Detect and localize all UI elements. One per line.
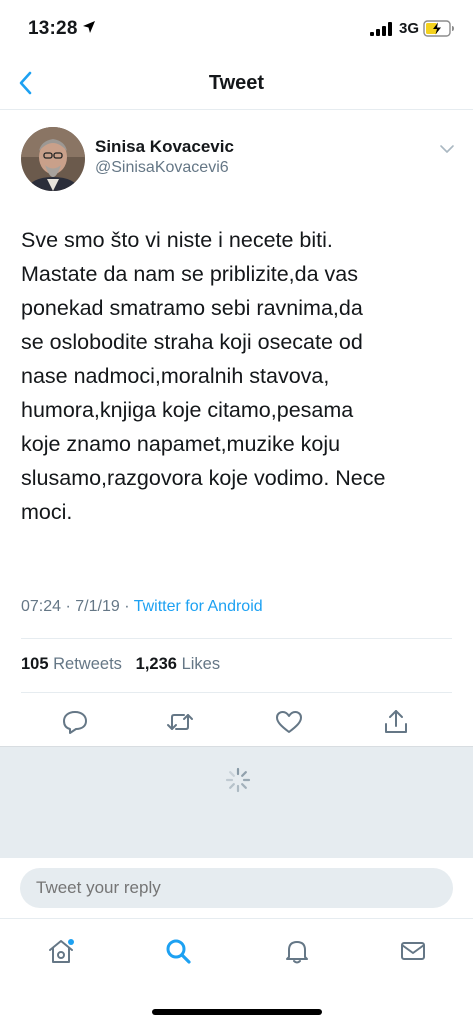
share-icon[interactable]: [382, 708, 410, 736]
navigation-bar: Tweet: [0, 58, 473, 110]
tweet-actions: [0, 708, 473, 738]
loading-spinner-icon: [225, 767, 251, 793]
chevron-down-icon[interactable]: [439, 144, 455, 154]
tweet-timestamp: 07:24 · 7/1/19 · Twitter for Android: [21, 598, 263, 616]
tweet-text-line: moci.: [21, 500, 73, 524]
tweet-text-line: Sve smo što vi niste i necete biti.: [21, 228, 333, 252]
reply-input[interactable]: [20, 868, 453, 908]
network-type: 3G: [399, 20, 420, 37]
divider: [21, 692, 452, 693]
replies-loading-area: [0, 746, 473, 858]
home-icon[interactable]: [47, 937, 75, 965]
reply-icon[interactable]: [61, 708, 89, 736]
tweet-text-line: Mastate da nam se priblizite,da vas: [21, 262, 358, 286]
battery-charging-icon: [423, 20, 454, 37]
search-icon[interactable]: [164, 937, 192, 965]
reply-bar: [0, 858, 473, 918]
notifications-icon[interactable]: [283, 937, 311, 965]
tweet-source-link[interactable]: Twitter for Android: [134, 598, 263, 615]
retweet-icon[interactable]: [166, 708, 194, 736]
likes-stat[interactable]: 1,236 Likes: [136, 655, 220, 673]
tweet-text-line: humora,knjiga koje citamo,pesama: [21, 398, 354, 422]
tweet-text-line: slusamo,razgovora koje vodimo. Nece: [21, 466, 386, 490]
like-icon[interactable]: [275, 708, 303, 736]
status-bar: 13:28 3G: [0, 0, 473, 58]
messages-icon[interactable]: [399, 937, 427, 965]
retweets-label: Retweets: [53, 655, 122, 673]
tweet-text-line: nase nadmoci,moralnih stavova,: [21, 364, 330, 388]
avatar[interactable]: [21, 127, 85, 191]
status-time: 13:28: [28, 18, 78, 39]
tweet-text-line: ponekad smatramo sebi ravnima,da: [21, 296, 363, 320]
cellular-signal-icon: [370, 22, 392, 36]
retweets-stat[interactable]: 105 Retweets: [21, 655, 122, 673]
home-indicator: [152, 1009, 322, 1015]
page-title: Tweet: [208, 72, 265, 94]
tweet-date: 7/1/19: [75, 598, 120, 615]
author-name[interactable]: Sinisa Kovacevic: [95, 137, 234, 157]
tweet-text: Sve smo što vi niste i necete biti. Mast…: [21, 223, 461, 529]
meta-separator: ·: [65, 598, 71, 615]
divider: [21, 638, 452, 639]
likes-count: 1,236: [135, 655, 177, 673]
tweet-text-line: koje znamo napamet,muzike koju: [21, 432, 341, 456]
tweet-stats: 105 Retweets 1,236 Likes: [21, 655, 220, 674]
retweets-count: 105: [21, 655, 49, 673]
tweet-text-line: se oslobodite straha koji osecate od: [21, 330, 363, 354]
tweet-time: 07:24: [21, 598, 62, 615]
likes-label: Likes: [181, 655, 221, 673]
tab-bar: [0, 918, 473, 1024]
location-arrow-icon: [83, 21, 95, 33]
author-handle[interactable]: @SinisaKovacevi6: [95, 159, 229, 177]
meta-separator: ·: [124, 598, 130, 615]
